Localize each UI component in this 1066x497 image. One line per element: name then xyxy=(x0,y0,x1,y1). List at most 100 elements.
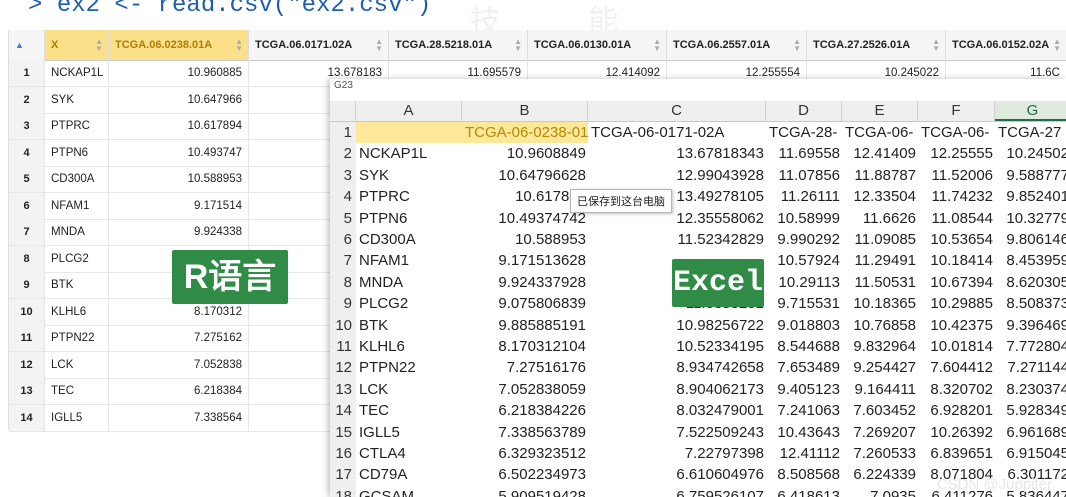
excel-select-all[interactable] xyxy=(330,101,356,121)
r-column-header[interactable]: TCGA.28.5218.01A ▲ ▼ xyxy=(389,30,528,60)
excel-value-cell[interactable]: 10.64796628 xyxy=(462,165,588,186)
excel-value-cell[interactable]: 11.74232 xyxy=(918,186,995,207)
r-column-header[interactable]: TCGA.27.2526.01A ▲ ▼ xyxy=(807,30,946,60)
excel-value-cell[interactable]: 10.24502 xyxy=(995,143,1066,164)
excel-value-cell[interactable]: 8.620305 xyxy=(995,272,1066,293)
excel-value-cell[interactable]: 9.018803 xyxy=(766,315,842,336)
r-column-header[interactable]: TCGA.06.0130.01A ▲ ▼ xyxy=(528,30,667,60)
excel-gene-cell[interactable]: SYK xyxy=(356,165,462,186)
excel-gene-cell[interactable]: PLCG2 xyxy=(356,293,462,314)
excel-row[interactable]: 13 LCK 7.052838059 8.904062173 9.405123 9.164… xyxy=(330,378,1066,401)
excel-value-cell[interactable]: 7.603452 xyxy=(842,400,918,421)
excel-value-cell[interactable]: 9.075806839 xyxy=(462,293,588,314)
excel-gene-cell[interactable]: NFAM1 xyxy=(356,250,462,271)
excel-value-cell[interactable]: 7.604412 xyxy=(918,357,995,378)
excel-row[interactable]: 5 PTPN6 10.49374742 12.35558062 10.58999 11.6… xyxy=(330,207,1066,229)
excel-value-cell[interactable]: 8.032479001 xyxy=(588,400,766,421)
excel-value-cell[interactable]: 6.224339 xyxy=(842,464,918,485)
excel-value-cell[interactable]: 7.241063 xyxy=(766,400,842,421)
excel-row[interactable]: 15 IGLL5 7.338563789 7.522509243 10.43643 7.2… xyxy=(330,421,1066,443)
excel-gene-cell[interactable]: BTK xyxy=(356,315,462,336)
excel-column-letter[interactable]: F xyxy=(918,101,995,121)
excel-value-cell[interactable]: 9.715531 xyxy=(766,293,842,314)
excel-gene-cell[interactable]: KLHL6 xyxy=(356,336,462,357)
excel-value-cell[interactable]: 9.405123 xyxy=(766,379,842,400)
excel-value-cell[interactable]: 13.67818343 xyxy=(588,143,766,164)
excel-value-cell[interactable]: 6.502234973 xyxy=(462,464,588,485)
excel-value-cell[interactable]: 11.08544 xyxy=(918,208,995,229)
excel-column-letter[interactable]: G xyxy=(995,101,1066,121)
r-column-header[interactable]: X ▲ ▼ xyxy=(45,30,109,60)
excel-value-cell[interactable]: 11.6626 xyxy=(842,208,918,229)
r-column-header[interactable]: TCGA.06.0238.01A ▲ ▼ xyxy=(109,30,249,60)
excel-header-cell[interactable]: TCGA-06- xyxy=(918,122,995,143)
excel-value-cell[interactable]: 11.07856 xyxy=(766,165,842,186)
excel-value-cell[interactable]: 5.909519428 xyxy=(462,486,588,497)
excel-value-cell[interactable]: 9.990292 xyxy=(766,229,842,250)
excel-gene-cell[interactable]: TEC xyxy=(356,400,462,421)
excel-value-cell[interactable]: 6.218384226 xyxy=(462,400,588,421)
excel-row[interactable]: 16 CTLA4 6.329323512 7.22797398 12.41112 7.26… xyxy=(330,443,1066,465)
excel-value-cell[interactable]: 6.961689 xyxy=(995,422,1066,443)
excel-value-cell[interactable]: 10.588953 xyxy=(462,229,588,250)
excel-value-cell[interactable]: 10.01814 xyxy=(918,336,995,357)
excel-value-cell[interactable]: 9.396469 xyxy=(995,315,1066,336)
excel-row[interactable]: 2 NCKAP1L 10.9608849 13.67818343 11.69558 12.… xyxy=(330,143,1066,165)
sort-arrows-icon[interactable]: ▲ ▼ xyxy=(375,38,383,53)
excel-value-cell[interactable]: 9.171513628 xyxy=(462,250,588,271)
excel-row[interactable]: 10 BTK 9.885885191 10.98256722 9.018803 10.76… xyxy=(330,314,1066,336)
excel-value-cell[interactable]: 6.418613 xyxy=(766,486,842,497)
excel-row[interactable]: 4 PTPRC 10.617893 13.49278105 11.26111 12.335… xyxy=(330,186,1066,208)
excel-value-cell[interactable]: 7.0935 xyxy=(842,486,918,497)
excel-value-cell[interactable]: 7.522509243 xyxy=(588,422,766,443)
excel-value-cell[interactable]: 7.269207 xyxy=(842,422,918,443)
excel-value-cell[interactable]: 9.885885191 xyxy=(462,315,588,336)
excel-value-cell[interactable]: 11.52006 xyxy=(918,165,995,186)
excel-row[interactable]: 14 TEC 6.218384226 8.032479001 7.241063 7.603… xyxy=(330,400,1066,422)
excel-row[interactable]: 1 TCGA-06-0238-01A TCGA-06-0171-02A TCGA-28… xyxy=(330,122,1066,144)
excel-gene-cell[interactable]: NCKAP1L xyxy=(356,143,462,164)
excel-gene-cell[interactable]: PTPN6 xyxy=(356,208,462,229)
sort-arrows-icon[interactable]: ▲ ▼ xyxy=(1053,38,1061,53)
excel-gene-cell[interactable]: PTPN22 xyxy=(356,357,462,378)
excel-value-cell[interactable]: 10.98256722 xyxy=(588,315,766,336)
excel-gene-cell[interactable]: CD79A xyxy=(356,464,462,485)
excel-value-cell[interactable]: 8.544688 xyxy=(766,336,842,357)
excel-value-cell[interactable]: 6.759526107 xyxy=(588,486,766,497)
excel-value-cell[interactable]: 6.915045 xyxy=(995,443,1066,464)
excel-column-letter[interactable]: C xyxy=(588,101,766,121)
excel-gene-cell[interactable]: PTPRC xyxy=(356,186,462,207)
r-column-header[interactable]: TCGA.06.0152.02A ▲ ▼ xyxy=(946,30,1066,60)
excel-value-cell[interactable]: 6.839651 xyxy=(918,443,995,464)
excel-value-cell[interactable]: 12.99043928 xyxy=(588,165,766,186)
excel-gene-cell[interactable]: LCK xyxy=(356,379,462,400)
excel-column-letter[interactable]: D xyxy=(766,101,842,121)
excel-gene-cell[interactable]: GCSAM xyxy=(356,486,462,497)
excel-value-cell[interactable]: 6.928201 xyxy=(918,400,995,421)
excel-row[interactable]: 6 CD300A 10.588953 11.52342829 9.990292 11.09… xyxy=(330,229,1066,251)
excel-value-cell[interactable]: 11.29491 xyxy=(842,250,918,271)
excel-value-cell[interactable]: 9.254427 xyxy=(842,357,918,378)
excel-value-cell[interactable]: 8.904062173 xyxy=(588,379,766,400)
excel-column-letter[interactable]: A xyxy=(356,101,462,121)
sort-arrows-icon[interactable]: ▲ ▼ xyxy=(235,38,243,53)
sort-arrows-icon[interactable]: ▲ ▼ xyxy=(95,38,103,53)
excel-value-cell[interactable]: 7.22797398 xyxy=(588,443,766,464)
excel-value-cell[interactable]: 12.33504 xyxy=(842,186,918,207)
excel-header-cell[interactable]: TCGA-06-0171-02A xyxy=(588,122,766,143)
excel-value-cell[interactable]: 11.50531 xyxy=(842,272,918,293)
excel-value-cell[interactable]: 7.653489 xyxy=(766,357,842,378)
excel-row[interactable]: 11 KLHL6 8.170312104 10.52334195 8.544688 9.8… xyxy=(330,336,1066,358)
excel-value-cell[interactable]: 10.29113 xyxy=(766,272,842,293)
excel-value-cell[interactable]: 10.58999 xyxy=(766,208,842,229)
excel-header-cell[interactable]: TCGA-06- xyxy=(842,122,918,143)
excel-value-cell[interactable]: 9.832964 xyxy=(842,336,918,357)
excel-value-cell[interactable]: 8.508373 xyxy=(995,293,1066,314)
excel-value-cell[interactable]: 7.260533 xyxy=(842,443,918,464)
excel-value-cell[interactable]: 10.29885 xyxy=(918,293,995,314)
excel-header-cell[interactable]: TCGA-27 xyxy=(995,122,1066,143)
excel-column-letter[interactable]: B xyxy=(462,101,588,121)
excel-value-cell[interactable]: 7.271144 xyxy=(995,357,1066,378)
excel-value-cell[interactable]: 8.934742658 xyxy=(588,357,766,378)
excel-value-cell[interactable]: 10.52334195 xyxy=(588,336,766,357)
